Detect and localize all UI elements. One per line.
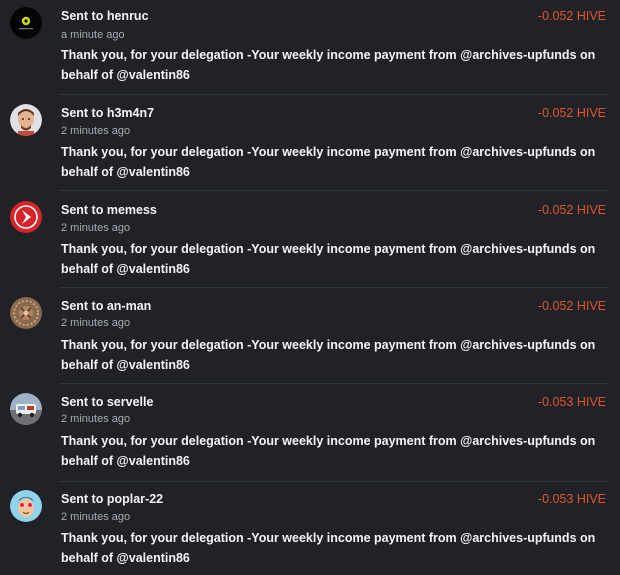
an-man-avatar-icon[interactable] (10, 297, 42, 329)
transfer-prefix: Sent to (61, 203, 104, 217)
transfer-amount: -0.053 HIVE (537, 395, 606, 409)
recipient-link[interactable]: h3m4n7 (107, 106, 154, 120)
divider (60, 190, 608, 191)
transfer-time: 2 minutes ago (61, 125, 131, 137)
henruc-avatar-icon[interactable] (10, 7, 42, 39)
divider (60, 287, 608, 288)
divider (60, 383, 608, 384)
transfer-title: Sent to servelle (61, 395, 153, 409)
recipient-link[interactable]: an-man (107, 299, 151, 313)
transfer-title: Sent to memess (61, 203, 157, 217)
transfer-time: 2 minutes ago (61, 511, 131, 523)
transfer-history-list: Sent to henruc a minute ago -0.052 HIVE … (0, 0, 620, 575)
transfer-amount: -0.052 HIVE (537, 9, 606, 23)
transfer-memo: Thank you, for your delegation -Your wee… (61, 434, 596, 468)
recipient-link[interactable]: servelle (107, 395, 154, 409)
transfer-title: Sent to h3m4n7 (61, 106, 154, 120)
transfer-title: Sent to poplar-22 (61, 492, 163, 506)
transfer-time: a minute ago (61, 29, 125, 41)
transfer-prefix: Sent to (61, 106, 104, 120)
transfer-prefix: Sent to (61, 299, 104, 313)
transfer-item: Sent to servelle 2 minutes ago -0.053 HI… (0, 385, 620, 481)
poplar-22-avatar-icon[interactable] (10, 490, 42, 522)
recipient-link[interactable]: memess (107, 203, 157, 217)
transfer-prefix: Sent to (61, 395, 104, 409)
transfer-item: Sent to henruc a minute ago -0.052 HIVE … (0, 0, 620, 94)
transfer-memo: Thank you, for your delegation -Your wee… (61, 48, 596, 82)
transfer-title: Sent to an-man (61, 299, 151, 313)
transfer-item: Sent to h3m4n7 2 minutes ago -0.052 HIVE… (0, 96, 620, 190)
transfer-amount: -0.052 HIVE (537, 203, 606, 217)
memess-avatar-icon[interactable] (10, 201, 42, 233)
transfer-amount: -0.052 HIVE (537, 299, 606, 313)
transfer-item: Sent to poplar-22 2 minutes ago -0.053 H… (0, 482, 620, 575)
h3m4n7-avatar-icon[interactable] (10, 104, 42, 136)
transfer-memo: Thank you, for your delegation -Your wee… (61, 531, 596, 565)
recipient-link[interactable]: poplar-22 (107, 492, 163, 506)
transfer-time: 2 minutes ago (61, 222, 131, 234)
transfer-title: Sent to henruc (61, 9, 149, 23)
transfer-time: 2 minutes ago (61, 413, 131, 425)
recipient-link[interactable]: henruc (107, 9, 149, 23)
divider (60, 94, 608, 95)
transfer-prefix: Sent to (61, 9, 104, 23)
transfer-memo: Thank you, for your delegation -Your wee… (61, 242, 596, 276)
transfer-memo: Thank you, for your delegation -Your wee… (61, 338, 596, 372)
transfer-prefix: Sent to (61, 492, 104, 506)
servelle-avatar-icon[interactable] (10, 393, 42, 425)
transfer-item: Sent to memess 2 minutes ago -0.052 HIVE… (0, 193, 620, 287)
transfer-item: Sent to an-man 2 minutes ago -0.052 HIVE… (0, 289, 620, 383)
transfer-memo: Thank you, for your delegation -Your wee… (61, 145, 596, 179)
transfer-time: 2 minutes ago (61, 317, 131, 329)
transfer-amount: -0.053 HIVE (537, 492, 606, 506)
transfer-amount: -0.052 HIVE (537, 106, 606, 120)
